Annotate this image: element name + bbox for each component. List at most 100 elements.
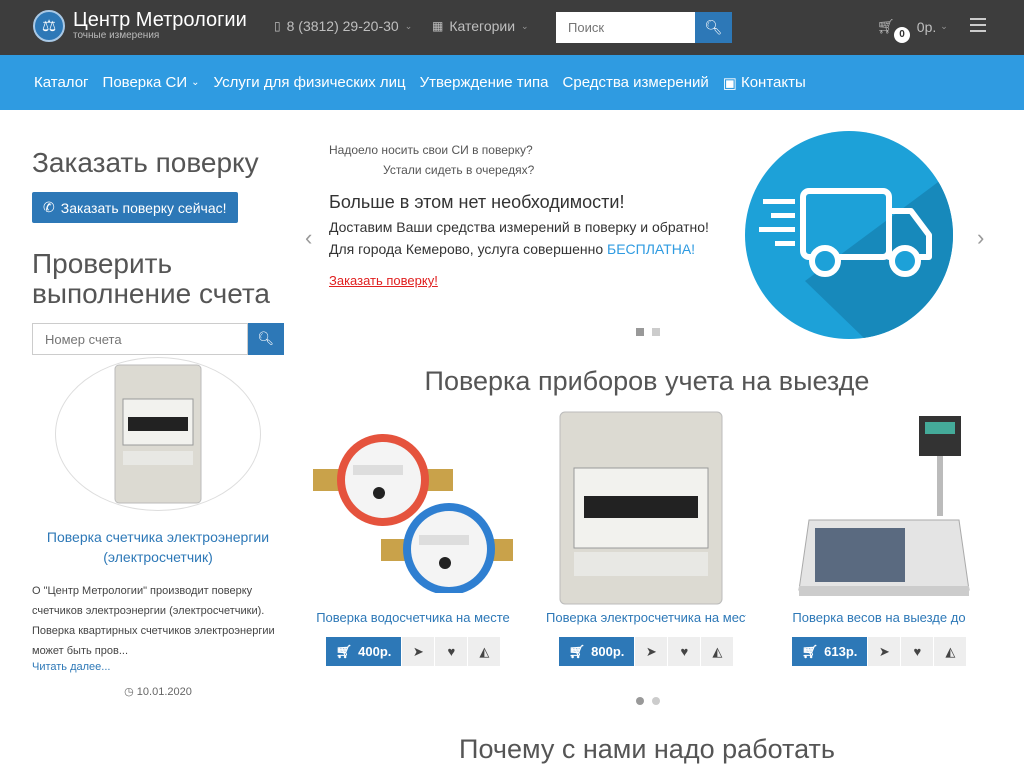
phone-volume-icon: ✆ [43, 199, 55, 215]
chevron-down-icon: ⌄ [521, 20, 529, 31]
sidebar: Заказать поверку ✆ Заказать поверку сейч… [32, 148, 284, 698]
cart-dropdown[interactable]: 🛒︎ 0 0р. ⌄ [877, 18, 948, 43]
invoice-heading: Проверить выполнение счета [32, 248, 270, 309]
promo-slider: Надоело носить свои СИ в поверку? Устали… [320, 127, 974, 342]
order-now-button[interactable]: ✆ Заказать поверку сейчас! [32, 192, 238, 223]
invoice-number-input[interactable] [32, 323, 248, 355]
nav-label: Поверка СИ [102, 74, 188, 91]
slide-line-3: Доставим Ваши средства измерений в повер… [329, 219, 709, 235]
phone-number: 8 (3812) 29-20-30 [286, 18, 399, 34]
add-to-cart-button[interactable]: 🛒︎ 613р. [791, 637, 868, 666]
nav-item-type-approval[interactable]: Утверждение типа [420, 74, 549, 91]
slider-next-arrow[interactable]: › [977, 225, 984, 251]
order-heading: Заказать поверку [32, 147, 259, 178]
menu-icon[interactable] [970, 18, 986, 36]
product-name-link[interactable]: Поверка весов на выезде до [779, 610, 979, 625]
delivery-truck-image [745, 131, 953, 339]
slider-dot[interactable] [636, 328, 644, 336]
slide-text: Надоело носить свои СИ в поверку? Устали… [329, 140, 739, 290]
add-to-cart-button[interactable]: 🛒︎ 400р. [325, 637, 402, 666]
wishlist-button[interactable]: ♥ [667, 637, 701, 666]
nav-label: Контакты [740, 74, 806, 91]
site-logo[interactable]: ⚖ Центр Метрологии точные измерения [33, 10, 247, 42]
electricity-meter-illustration [559, 411, 723, 605]
buy-one-click-button[interactable]: ➤ [634, 637, 668, 666]
paper-plane-icon: ➤ [878, 643, 890, 659]
chevron-down-icon: ⌄ [404, 20, 413, 31]
logo-title: Центр Метрологии [73, 9, 247, 31]
buy-one-click-button[interactable]: ➤ [867, 637, 901, 666]
product-actions: 🛒︎ 400р. ➤ ♥ ◭ [313, 637, 513, 666]
phone-dropdown[interactable]: ▯ 8 (3812) 29-20-30 ⌄ [274, 18, 412, 34]
nav-label: Каталог [34, 74, 89, 91]
product-name-link[interactable]: Поверка электросчетчика на месте [546, 610, 746, 625]
clock-icon: ◷ [124, 686, 134, 698]
nav-item-contacts[interactable]: ▣ Контакты [723, 74, 806, 92]
product-card: Поверка весов на выезде до 🛒︎ 613р. ➤ ♥ ◭ [779, 410, 979, 666]
product-price: 613р. [824, 644, 858, 659]
grid-icon: ▦ [432, 19, 444, 33]
search-input[interactable] [556, 12, 695, 43]
heart-icon: ♥ [680, 644, 689, 659]
shopping-cart-icon: 🛒︎ [877, 18, 895, 34]
compare-button[interactable]: ◭ [700, 637, 734, 666]
scales-image[interactable] [779, 410, 979, 606]
buy-one-click-button[interactable]: ➤ [401, 637, 435, 666]
slide-line-1: Надоело носить свои СИ в поверку? [329, 143, 533, 157]
compare-button[interactable]: ◭ [467, 637, 501, 666]
categories-dropdown[interactable]: ▦ Категории ⌄ [432, 18, 529, 34]
slide-line-2: Устали сидеть в очередях? [383, 163, 535, 177]
shopping-cart-icon: 🛒︎ [335, 643, 353, 659]
product-price: 400р. [358, 644, 392, 659]
product-actions: 🛒︎ 613р. ➤ ♥ ◭ [779, 637, 979, 666]
chart-icon: ◭ [945, 643, 956, 659]
slide-headline: Больше в этом нет необходимости! [329, 192, 625, 212]
carousel-dot[interactable] [636, 697, 644, 705]
search-icon: 🔍︎ [257, 331, 275, 346]
scales-icon: ⚖ [33, 10, 65, 42]
nav-label: Утверждение типа [419, 74, 549, 91]
header-search: 🔍︎ [556, 12, 732, 43]
wishlist-button[interactable]: ♥ [434, 637, 468, 666]
water-meter-image[interactable] [313, 410, 513, 606]
product-name-link[interactable]: Поверка водосчетчика на месте [313, 610, 513, 625]
read-more-link[interactable]: Читать далее... [32, 661, 284, 673]
slide-line-4: Для города Кемерово, услуга совершенно Б… [329, 241, 739, 257]
wishlist-button[interactable]: ♥ [900, 637, 934, 666]
search-icon: 🔍︎ [704, 19, 723, 35]
compare-button[interactable]: ◭ [933, 637, 967, 666]
slider-dots [636, 328, 660, 336]
invoice-search-button[interactable]: 🔍︎ [248, 323, 284, 355]
cart-total: 0р. [916, 18, 937, 35]
categories-label: Категории [449, 18, 516, 34]
search-button[interactable]: 🔍︎ [695, 12, 732, 43]
carousel-dot[interactable] [652, 697, 660, 705]
slider-prev-arrow[interactable]: ‹ [305, 225, 312, 251]
truck-icon [759, 171, 953, 339]
paper-plane-icon: ➤ [412, 643, 424, 659]
add-to-cart-button[interactable]: 🛒︎ 800р. [558, 637, 635, 666]
products-carousel-dots [636, 697, 660, 705]
chart-icon: ◭ [479, 643, 490, 659]
chart-icon: ◭ [712, 643, 723, 659]
paper-plane-icon: ➤ [645, 643, 657, 659]
slide-free-highlight: БЕСПЛАТНА! [607, 241, 696, 257]
nav-item-individuals[interactable]: Услуги для физических лиц [214, 74, 406, 91]
electricity-meter-image[interactable] [55, 357, 261, 511]
electricity-meter-image[interactable] [546, 410, 746, 606]
product-card: Поверка электросчетчика на месте 🛒︎ 800р.… [546, 410, 746, 666]
heart-icon: ♥ [913, 644, 922, 659]
slider-dot[interactable] [652, 328, 660, 336]
article-title-link[interactable]: Поверка счетчика электроэнергии (электро… [32, 527, 284, 567]
products-section-title: Поверка приборов учета на выезде [424, 366, 870, 396]
shopping-cart-icon: 🛒︎ [568, 643, 586, 659]
slide-order-link[interactable]: Заказать поверку! [329, 273, 438, 288]
main-nav: Каталог Поверка СИ ⌄ Услуги для физически… [0, 55, 1024, 110]
cart-count-badge: 0 [894, 27, 910, 43]
address-card-icon: ▣ [722, 74, 737, 92]
nav-item-verification[interactable]: Поверка СИ ⌄ [103, 74, 200, 91]
meter-illustration [114, 364, 202, 504]
nav-item-instruments[interactable]: Средства измерений [563, 74, 709, 91]
nav-item-catalog[interactable]: Каталог [34, 74, 89, 91]
product-actions: 🛒︎ 800р. ➤ ♥ ◭ [546, 637, 746, 666]
